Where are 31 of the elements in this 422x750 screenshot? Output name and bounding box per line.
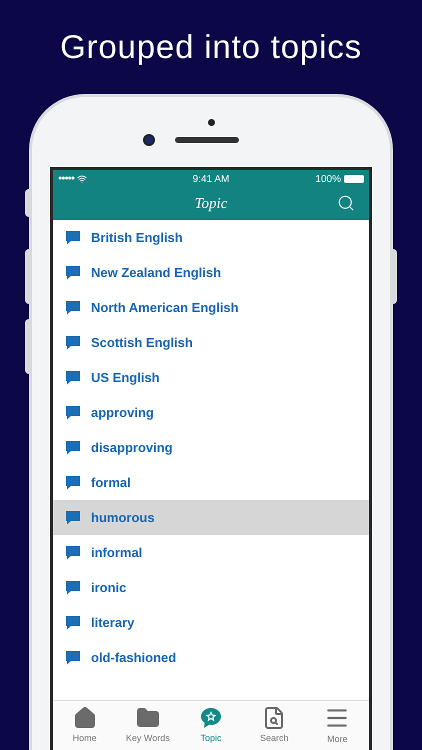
battery-icon (344, 175, 364, 183)
tab-item[interactable]: More (306, 701, 369, 750)
folder-icon (136, 706, 160, 730)
camera-lens (143, 134, 155, 146)
wifi-icon (77, 174, 88, 184)
speech-bubble-icon (65, 650, 81, 665)
speech-bubble-icon (65, 580, 81, 595)
speech-bubble-icon (65, 300, 81, 315)
battery-level: 100% (315, 172, 341, 186)
speech-bubble-icon (65, 440, 81, 455)
speech-bubble-icon (65, 510, 81, 525)
speech-bubble-icon (65, 335, 81, 350)
chat-star-icon (199, 706, 223, 730)
speech-bubble-icon (65, 475, 81, 490)
speech-bubble-icon (65, 545, 81, 560)
tab-item[interactable]: Key Words (116, 701, 180, 750)
topic-row[interactable]: humorous (53, 500, 369, 535)
home-icon (72, 706, 97, 730)
speech-bubble-icon (65, 615, 81, 630)
search-button[interactable] (337, 194, 355, 212)
status-time: 9:41 AM (192, 172, 230, 186)
speech-bubble-icon (65, 265, 81, 280)
speech-bubble-icon (65, 370, 81, 385)
speech-bubble-icon (65, 230, 81, 245)
tab-item[interactable]: Home (53, 701, 116, 750)
nav-title: Topic (194, 194, 228, 214)
speaker-grille (175, 136, 239, 142)
tab-item[interactable]: Topic (179, 701, 243, 750)
speech-bubble-icon (65, 405, 81, 420)
headline: Grouped into topics (60, 27, 362, 67)
tab-item[interactable]: Search (242, 701, 306, 750)
